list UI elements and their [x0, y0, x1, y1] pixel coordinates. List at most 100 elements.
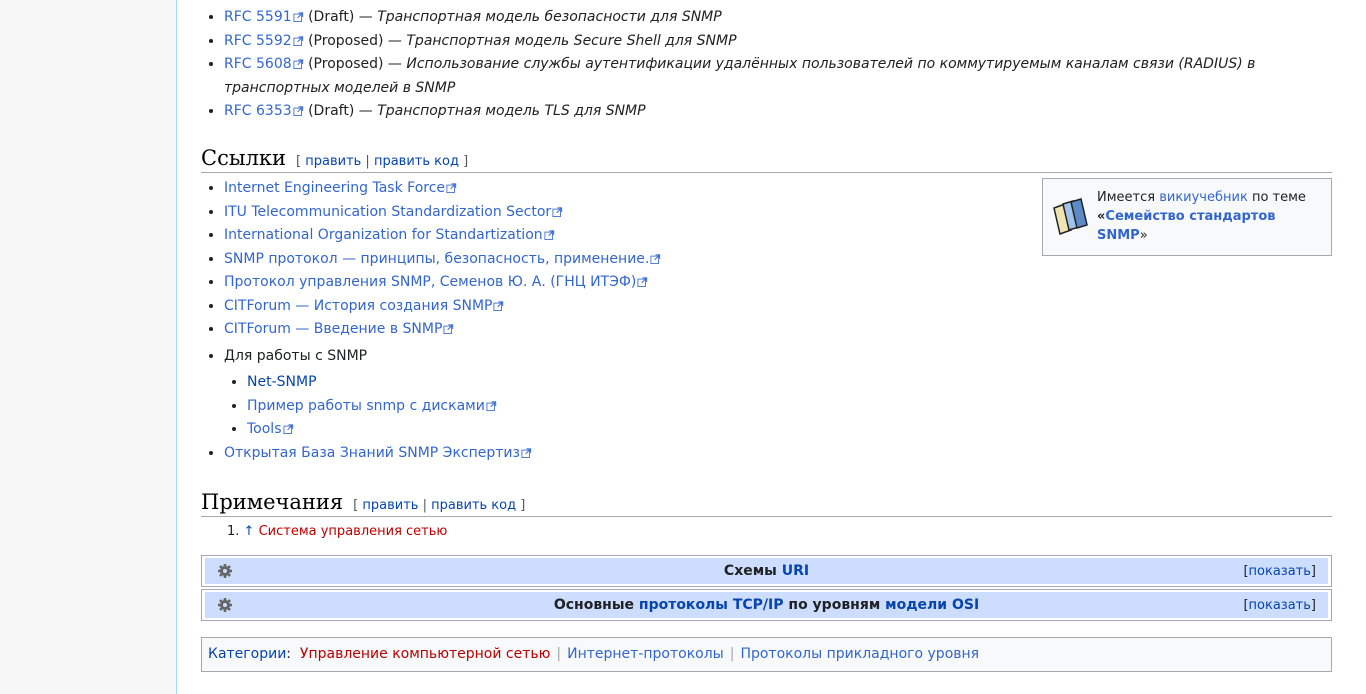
tcpip-link[interactable]: протоколы TCP/IP [639, 597, 784, 613]
category-link[interactable]: Протоколы прикладного уровня [740, 646, 979, 662]
category-link[interactable]: Интернет-протоколы [567, 646, 724, 662]
show-link[interactable]: показать [1249, 598, 1311, 613]
title-text: Схемы [723, 563, 782, 579]
list-item: RFC 6353 (Draft) — Транспортная модель T… [224, 100, 1284, 124]
list-item: Пример работы snmp с дисками [247, 395, 1024, 419]
osi-link[interactable]: модели OSI [885, 597, 979, 613]
external-link[interactable]: International Organization for Standarti… [224, 227, 543, 243]
external-link[interactable]: Открытая База Знаний SNMP Экспертиз [224, 445, 520, 461]
list-item: Протокол управления SNMP, Семенов Ю. А. … [224, 271, 1024, 295]
heading-text: Примечания [201, 490, 344, 514]
external-link[interactable]: Протокол управления SNMP, Семенов Ю. А. … [224, 274, 636, 290]
sub-list: Net-SNMP Пример работы snmp с дисками To… [224, 371, 1024, 442]
external-link[interactable]: SNMP протокол — принципы, безопасность, … [224, 251, 649, 267]
title-text: по уровням [783, 597, 886, 613]
categories-box: Категории: Управление компьютерной сетью… [201, 637, 1332, 672]
title-text: Основные [553, 597, 639, 613]
navbox-header: Схемы URI [показать] [205, 558, 1328, 584]
categories-label[interactable]: Категории [208, 646, 286, 662]
rfc-list: RFC 5591 (Draft) — Транспортная модель б… [224, 6, 1284, 124]
work-label: Для работы с SNMP [224, 347, 368, 364]
wikibook-topic-link[interactable]: Семейство стандартов SNMP [1097, 209, 1276, 243]
list-item: CITForum — История создания SNMP [224, 295, 1024, 319]
categories-list: Категории: Управление компьютерной сетью… [208, 646, 980, 662]
external-link[interactable]: Internet Engineering Task Force [224, 180, 445, 196]
edit-code-link[interactable]: править код [374, 154, 459, 169]
external-link-icon [446, 183, 457, 193]
external-link-icon [552, 207, 563, 217]
navbox-title: Схемы URI [205, 563, 1328, 579]
rfc-status: (Proposed) — [303, 32, 407, 49]
list-item: Internet Engineering Task Force [224, 177, 1024, 201]
quote-close: » [1139, 228, 1148, 243]
note-link[interactable]: Система управления сетью [259, 524, 448, 539]
note-number: 1. [227, 524, 240, 539]
rfc-5608-link[interactable]: RFC 5608 [224, 56, 292, 72]
rfc-5591-link[interactable]: RFC 5591 [224, 9, 292, 25]
rfc-5592-link[interactable]: RFC 5592 [224, 33, 292, 49]
wikibook-box: Имеется викиучебник по теме «Семейство ст… [1042, 178, 1332, 256]
wikibook-prefix: Имеется [1097, 190, 1160, 205]
external-link-icon [293, 106, 304, 116]
list-item: Net-SNMP [247, 371, 1024, 395]
edit-link[interactable]: править [362, 498, 418, 513]
list-item: RFC 5592 (Proposed) — Транспортная модел… [224, 30, 1284, 54]
separator: | [556, 646, 562, 662]
list-item: Открытая База Знаний SNMP Экспертиз [224, 442, 1024, 466]
rfc-status: (Proposed) — [303, 56, 407, 72]
edit-link[interactable]: править [305, 154, 361, 169]
net-snmp-link[interactable]: Net-SNMP [247, 374, 317, 390]
show-link[interactable]: показать [1249, 564, 1311, 579]
list-item: Для работы с SNMP Net-SNMP Пример работы… [224, 345, 1024, 442]
show-toggle[interactable]: [показать] [1243, 598, 1316, 613]
list-item: CITForum — Введение в SNMP [224, 318, 1024, 342]
rfc-title: Транспортная модель TLS для SNMP [377, 103, 646, 119]
rfc-6353-link[interactable]: RFC 6353 [224, 103, 292, 119]
external-link-icon [293, 36, 304, 46]
heading-text: Ссылки [201, 146, 287, 170]
list-item: RFC 5608 (Proposed) — Использование служ… [224, 53, 1284, 100]
wikibooks-icon [1053, 198, 1088, 235]
list-item: Tools [247, 418, 1024, 442]
external-link-icon [293, 59, 304, 69]
note-backlink[interactable]: ↑ [244, 524, 255, 539]
navbox-tcpip: Основные протоколы TCP/IP по уровням мод… [201, 589, 1332, 621]
navbox-uri: Схемы URI [показать] [201, 555, 1332, 587]
category-link[interactable]: Управление компьютерной сетью [300, 646, 550, 662]
external-link-icon [283, 424, 294, 434]
separator: | [729, 646, 735, 662]
rfc-title: Транспортная модель Secure Shell для SNM… [406, 32, 737, 49]
external-link[interactable]: Tools [247, 421, 282, 437]
content-area: RFC 5591 (Draft) — Транспортная модель б… [176, 0, 1366, 694]
external-link-icon [493, 301, 504, 311]
links-list: Internet Engineering Task Force ITU Tele… [224, 177, 1024, 465]
rfc-title: Транспортная модель безопасности для SNM… [377, 9, 722, 25]
note-item: 1. ↑ Система управления сетью [227, 524, 447, 539]
navbox-title: Основные протоколы TCP/IP по уровням мод… [205, 597, 1328, 613]
external-link-icon [486, 401, 497, 411]
external-link-icon [637, 277, 648, 287]
wikibook-link[interactable]: викиучебник [1159, 190, 1248, 205]
list-item: SNMP протокол — принципы, безопасность, … [224, 248, 1024, 272]
external-link[interactable]: CITForum — Введение в SNMP [224, 321, 442, 337]
uri-link[interactable]: URI [782, 563, 809, 579]
list-item: ITU Telecommunication Standardization Se… [224, 201, 1024, 225]
edit-code-link[interactable]: править код [431, 498, 516, 513]
external-link-icon [650, 254, 661, 264]
links-heading: Ссылки [ править | править код ] [201, 146, 1332, 173]
external-link-icon [293, 12, 304, 22]
external-link[interactable]: Пример работы snmp с дисками [247, 398, 485, 414]
navbox-header: Основные протоколы TCP/IP по уровням мод… [205, 592, 1328, 618]
wikibook-suffix: по теме [1247, 190, 1306, 205]
wikibook-text: Имеется викиучебник по теме «Семейство ст… [1097, 188, 1317, 245]
external-link-icon [544, 230, 555, 240]
edit-section: [ править | править код ] [296, 154, 469, 169]
rfc-status: (Draft) — [303, 9, 378, 25]
show-toggle[interactable]: [показать] [1243, 564, 1316, 579]
external-link-icon [521, 448, 532, 458]
external-link[interactable]: CITForum — История создания SNMP [224, 298, 492, 314]
edit-section: [ править | править код ] [353, 498, 526, 513]
list-item: RFC 5591 (Draft) — Транспортная модель б… [224, 6, 1284, 30]
rfc-status: (Draft) — [303, 103, 378, 119]
external-link[interactable]: ITU Telecommunication Standardization Se… [224, 204, 551, 220]
